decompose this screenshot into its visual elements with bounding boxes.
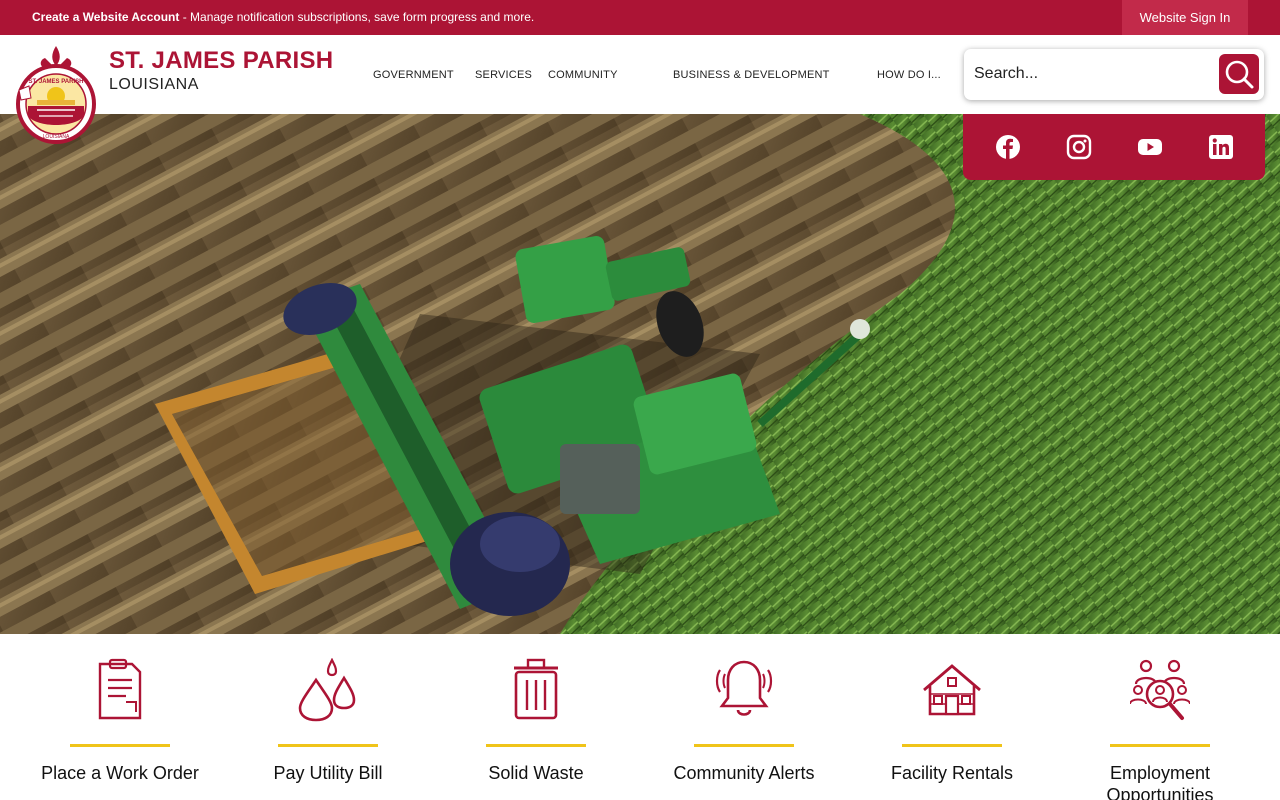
quick-link-facility-rentals[interactable]: Facility Rentals xyxy=(852,634,1052,800)
bell-icon xyxy=(715,660,773,716)
quick-link-community-alerts[interactable]: Community Alerts xyxy=(644,634,844,800)
quick-link-divider xyxy=(902,744,1002,747)
search-box xyxy=(964,49,1264,100)
quick-link-label: Solid Waste xyxy=(488,763,584,783)
hero-image xyxy=(0,114,1280,634)
youtube-icon[interactable] xyxy=(1137,134,1163,160)
site-subtitle: LOUISIANA xyxy=(109,76,199,93)
quick-link-divider xyxy=(694,744,794,747)
quick-link-divider xyxy=(486,744,586,747)
parish-seal-logo[interactable]: ST. JAMES PARISH LOUISIANA xyxy=(15,44,97,146)
water-drops-icon xyxy=(298,658,356,722)
quick-link-utility-bill[interactable]: Pay Utility Bill xyxy=(228,634,428,800)
quick-link-divider xyxy=(70,744,170,747)
facebook-icon[interactable] xyxy=(995,134,1021,160)
nav-community[interactable]: COMMUNITY xyxy=(548,69,618,81)
quick-link-employment[interactable]: Employment Opportunities xyxy=(1060,634,1260,800)
quick-link-label: Employment Opportunities xyxy=(1106,763,1214,800)
social-media-bar xyxy=(963,114,1265,180)
quick-link-divider xyxy=(278,744,378,747)
hero-harvest-illustration xyxy=(0,114,1280,634)
site-title[interactable]: ST. JAMES PARISH xyxy=(109,47,333,75)
quick-link-solid-waste[interactable]: Solid Waste xyxy=(436,634,636,800)
nav-government[interactable]: GOVERNMENT xyxy=(373,69,454,81)
quick-link-label: Community Alerts xyxy=(673,763,815,783)
seal-text-top: ST. JAMES PARISH xyxy=(29,79,84,85)
instagram-icon[interactable] xyxy=(1066,134,1092,160)
clipboard-icon xyxy=(98,658,142,720)
quick-link-divider xyxy=(1110,744,1210,747)
account-message: Create a Website Account - Manage notifi… xyxy=(32,10,534,25)
search-icon xyxy=(1225,60,1254,89)
nav-services[interactable]: SERVICES xyxy=(475,69,532,81)
nav-how-do-i[interactable]: HOW DO I... xyxy=(877,69,941,81)
website-sign-in-button[interactable]: Website Sign In xyxy=(1122,0,1248,35)
account-message-text: - Manage notification subscriptions, sav… xyxy=(179,10,535,24)
seal-text-bottom: LOUISIANA xyxy=(43,134,70,140)
quick-link-work-order[interactable]: Place a Work Order xyxy=(20,634,220,800)
nav-business-development[interactable]: BUSINESS & DEVELOPMENT xyxy=(673,69,830,81)
quick-link-label: Facility Rentals xyxy=(890,763,1014,783)
quick-link-label: Pay Utility Bill xyxy=(273,763,383,783)
account-bar: Create a Website Account - Manage notifi… xyxy=(0,0,1280,35)
search-button[interactable] xyxy=(1219,54,1259,94)
create-account-link[interactable]: Create a Website Account xyxy=(32,10,179,24)
search-input[interactable] xyxy=(974,61,1214,87)
cabin-icon xyxy=(923,664,981,716)
people-search-icon xyxy=(1130,659,1190,720)
trash-can-icon xyxy=(514,658,558,720)
quick-link-label: Place a Work Order xyxy=(41,763,199,783)
quick-links: Place a Work Order Pay Utility Bill Soli… xyxy=(0,634,1280,800)
linkedin-icon[interactable] xyxy=(1208,134,1234,160)
